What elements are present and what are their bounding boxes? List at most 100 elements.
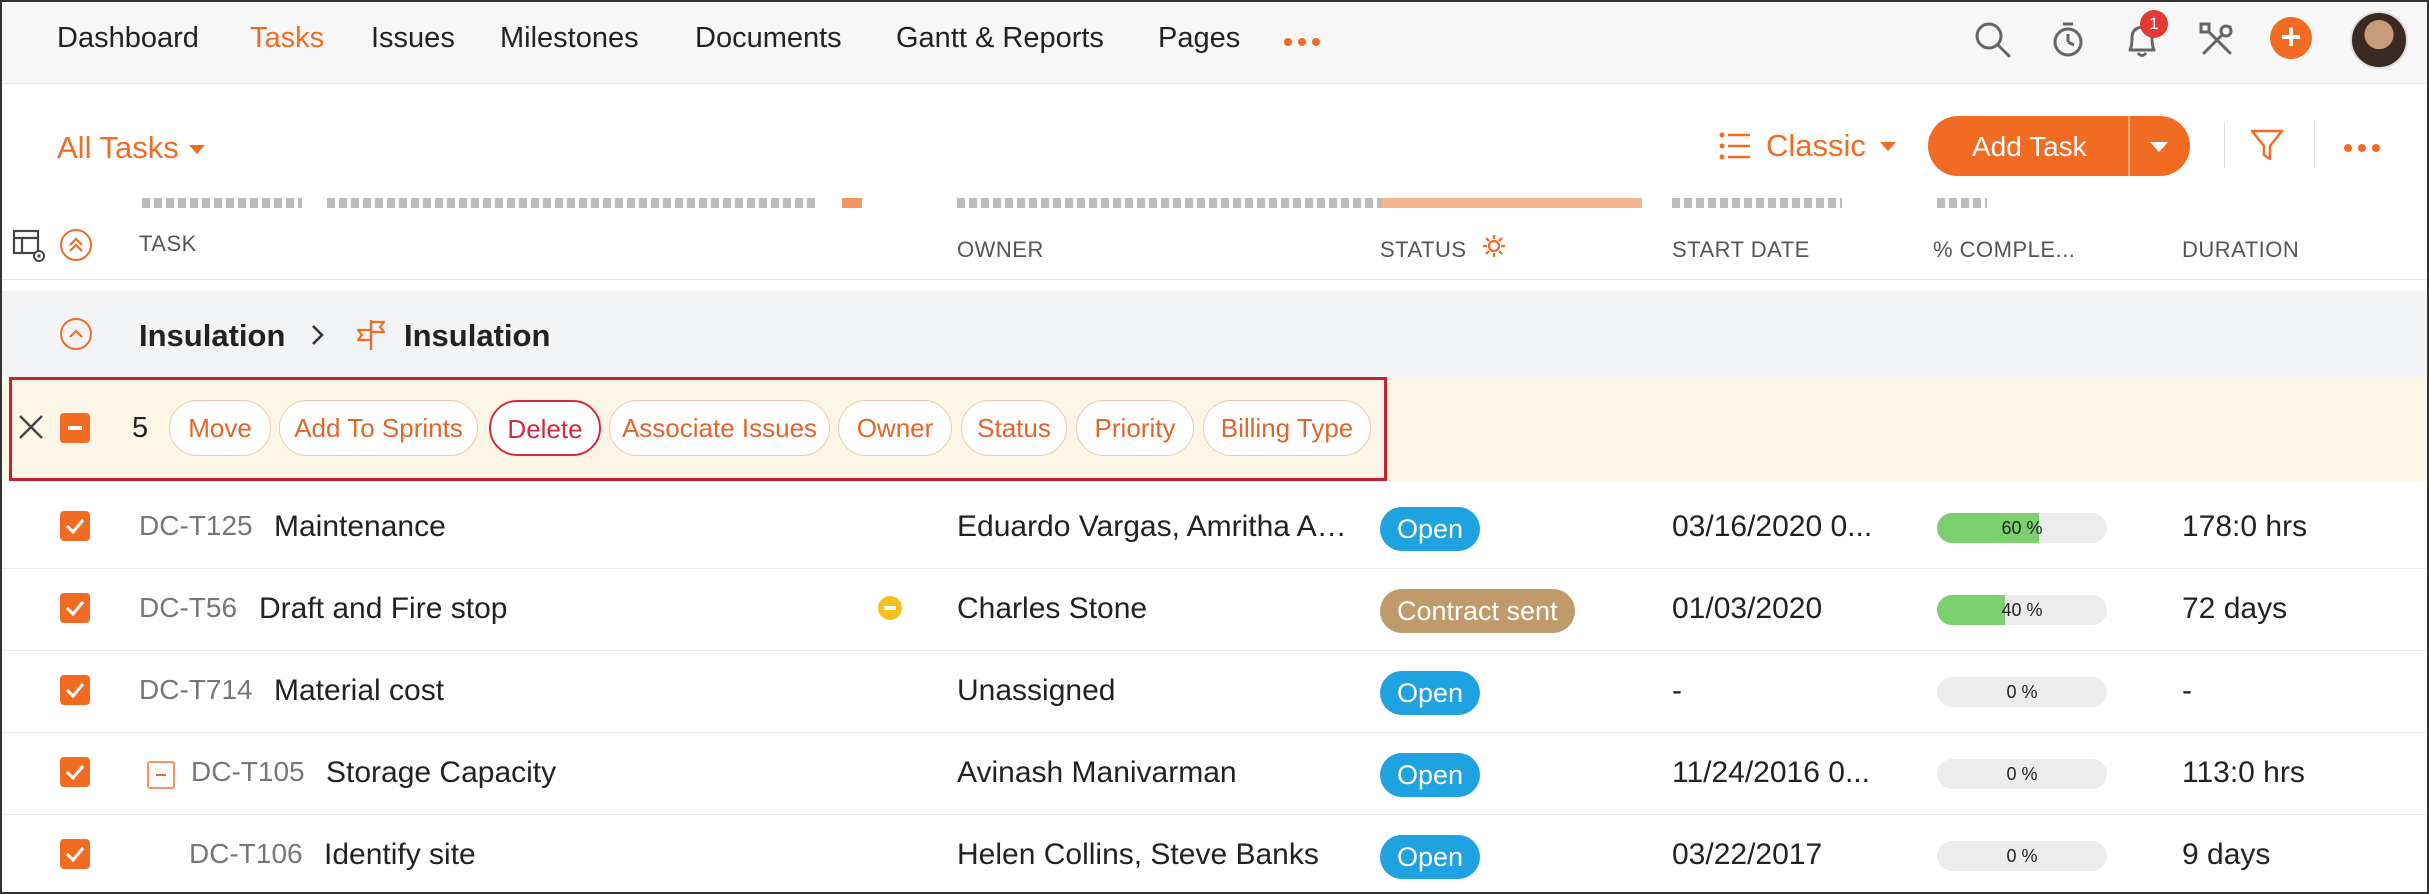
all-tasks-label: All Tasks	[57, 130, 179, 165]
row-checkbox[interactable]	[60, 839, 90, 869]
progress-bar[interactable]: 0 %	[1937, 677, 2107, 707]
bulk-action-highlight	[9, 377, 1387, 481]
nav-issues[interactable]: Issues	[371, 22, 455, 55]
progress-bar[interactable]: 0 %	[1937, 841, 2107, 871]
add-task-dropdown-icon[interactable]	[2150, 142, 2168, 152]
task-id[interactable]: DC-T106	[189, 838, 303, 870]
status-badge[interactable]: Open	[1380, 753, 1481, 797]
milestone-flag-icon	[356, 320, 386, 350]
status-settings-icon[interactable]	[1482, 234, 1506, 258]
header-percent-complete[interactable]: % COMPLE...	[1933, 237, 2075, 263]
quick-add-plus-icon[interactable]: +	[2270, 17, 2312, 59]
nav-gantt-reports[interactable]: Gantt & Reports	[896, 22, 1104, 55]
avatar[interactable]	[2350, 11, 2408, 69]
duration[interactable]: 9 days	[2182, 838, 2270, 872]
duration[interactable]: 72 days	[2182, 592, 2287, 626]
task-id[interactable]: DC-T714	[139, 674, 253, 706]
status-badge[interactable]: Open	[1380, 507, 1481, 551]
layout-classic-dropdown[interactable]: Classic	[1718, 128, 1896, 164]
add-task-button[interactable]: Add Task	[1928, 116, 2190, 176]
group-child-label[interactable]: Insulation	[404, 318, 550, 354]
search-icon[interactable]	[1971, 18, 2015, 62]
group-row: Insulation Insulation	[2, 291, 2427, 377]
task-name[interactable]: Storage Capacity	[326, 756, 556, 790]
start-date[interactable]: 01/03/2020	[1672, 592, 1822, 626]
add-task-label: Add Task	[1972, 131, 2087, 162]
table-row[interactable]: DC-T106 Identify site Helen Collins, Ste…	[2, 815, 2427, 892]
table-row[interactable]: DC-T56 Draft and Fire stop Charles Stone…	[2, 569, 2427, 651]
nav-documents[interactable]: Documents	[695, 22, 842, 55]
row-checkbox[interactable]	[60, 675, 90, 705]
collapse-all-icon[interactable]	[60, 229, 92, 261]
chevron-down-icon	[188, 145, 205, 155]
list-view-icon	[1719, 132, 1750, 160]
nav-dashboard[interactable]: Dashboard	[57, 22, 199, 55]
row-checkbox[interactable]	[60, 511, 90, 541]
chevron-right-icon	[312, 325, 324, 345]
duration[interactable]: -	[2182, 674, 2192, 708]
task-id[interactable]: DC-T56	[139, 592, 237, 624]
start-date[interactable]: 03/16/2020 0...	[1672, 510, 1872, 544]
more-options-icon[interactable]	[2344, 144, 2380, 152]
all-tasks-dropdown[interactable]: All Tasks	[57, 130, 205, 166]
nav-pages[interactable]: Pages	[1158, 22, 1240, 55]
progress-bar[interactable]: 60 %	[1937, 513, 2107, 543]
scrolled-row-remnant	[142, 198, 2142, 208]
toolbar-divider	[2314, 122, 2315, 168]
task-name[interactable]: Draft and Fire stop	[259, 592, 507, 626]
app-window: Dashboard Tasks Issues Milestones Docume…	[0, 0, 2429, 894]
collapse-group-icon[interactable]	[60, 318, 92, 350]
table-row[interactable]: DC-T125 Maintenance Eduardo Vargas, Amri…	[2, 487, 2427, 569]
group-parent-label[interactable]: Insulation	[139, 318, 285, 354]
header-start-date[interactable]: START DATE	[1672, 237, 1810, 263]
task-owner[interactable]: Unassigned	[957, 674, 1357, 708]
more-nav-icon[interactable]	[1284, 38, 1320, 46]
tools-icon[interactable]	[2195, 18, 2239, 62]
task-owner[interactable]: Helen Collins, Steve Banks	[957, 838, 1357, 872]
header-task[interactable]: TASK	[139, 231, 197, 257]
header-divider	[2, 279, 2427, 280]
duration[interactable]: 113:0 hrs	[2182, 756, 2305, 790]
layout-label: Classic	[1766, 128, 1866, 163]
progress-label: 40 %	[2001, 600, 2043, 620]
button-divider	[2128, 116, 2130, 176]
start-date[interactable]: 11/24/2016 0...	[1672, 756, 1870, 790]
progress-label: 0 %	[2006, 682, 2038, 702]
task-owner[interactable]: Eduardo Vargas, Amritha Ag...	[957, 510, 1357, 544]
chevron-down-icon	[1879, 141, 1896, 151]
nav-tasks[interactable]: Tasks	[250, 22, 324, 55]
task-owner[interactable]: Avinash Manivarman	[957, 756, 1357, 790]
table-row[interactable]: DC-T714 Material cost Unassigned Open - …	[2, 651, 2427, 733]
column-settings-icon[interactable]	[12, 228, 48, 264]
progress-bar[interactable]: 0 %	[1937, 759, 2107, 789]
timer-icon[interactable]	[2046, 18, 2090, 62]
task-name[interactable]: Material cost	[274, 674, 444, 708]
task-name[interactable]: Identify site	[324, 838, 476, 872]
duration[interactable]: 178:0 hrs	[2182, 510, 2307, 544]
start-date[interactable]: 03/22/2017	[1672, 838, 1822, 872]
row-checkbox[interactable]	[60, 757, 90, 787]
status-badge[interactable]: Open	[1380, 835, 1481, 879]
progress-label: 60 %	[2001, 518, 2043, 538]
nav-milestones[interactable]: Milestones	[500, 22, 639, 55]
progress-bar[interactable]: 40 %	[1937, 595, 2107, 625]
progress-label: 0 %	[2006, 846, 2038, 866]
task-owner[interactable]: Charles Stone	[957, 592, 1357, 626]
collapse-subtasks-icon[interactable]	[147, 761, 175, 789]
task-id[interactable]: DC-T105	[191, 756, 305, 788]
task-id[interactable]: DC-T125	[139, 510, 253, 542]
status-badge[interactable]: Contract sent	[1380, 589, 1575, 633]
status-badge[interactable]: Open	[1380, 671, 1481, 715]
header-owner[interactable]: OWNER	[957, 237, 1044, 263]
toolbar-divider	[2224, 122, 2225, 168]
header-duration[interactable]: DURATION	[2182, 237, 2299, 263]
filter-icon[interactable]	[2248, 126, 2286, 164]
header-status[interactable]: STATUS	[1380, 237, 1467, 263]
table-row[interactable]: DC-T105 Storage Capacity Avinash Manivar…	[2, 733, 2427, 815]
row-checkbox[interactable]	[60, 593, 90, 623]
priority-medium-icon[interactable]	[878, 596, 902, 620]
task-name[interactable]: Maintenance	[274, 510, 446, 544]
start-date[interactable]: -	[1672, 674, 1682, 708]
notification-badge: 1	[2140, 10, 2168, 38]
progress-label: 0 %	[2006, 764, 2038, 784]
